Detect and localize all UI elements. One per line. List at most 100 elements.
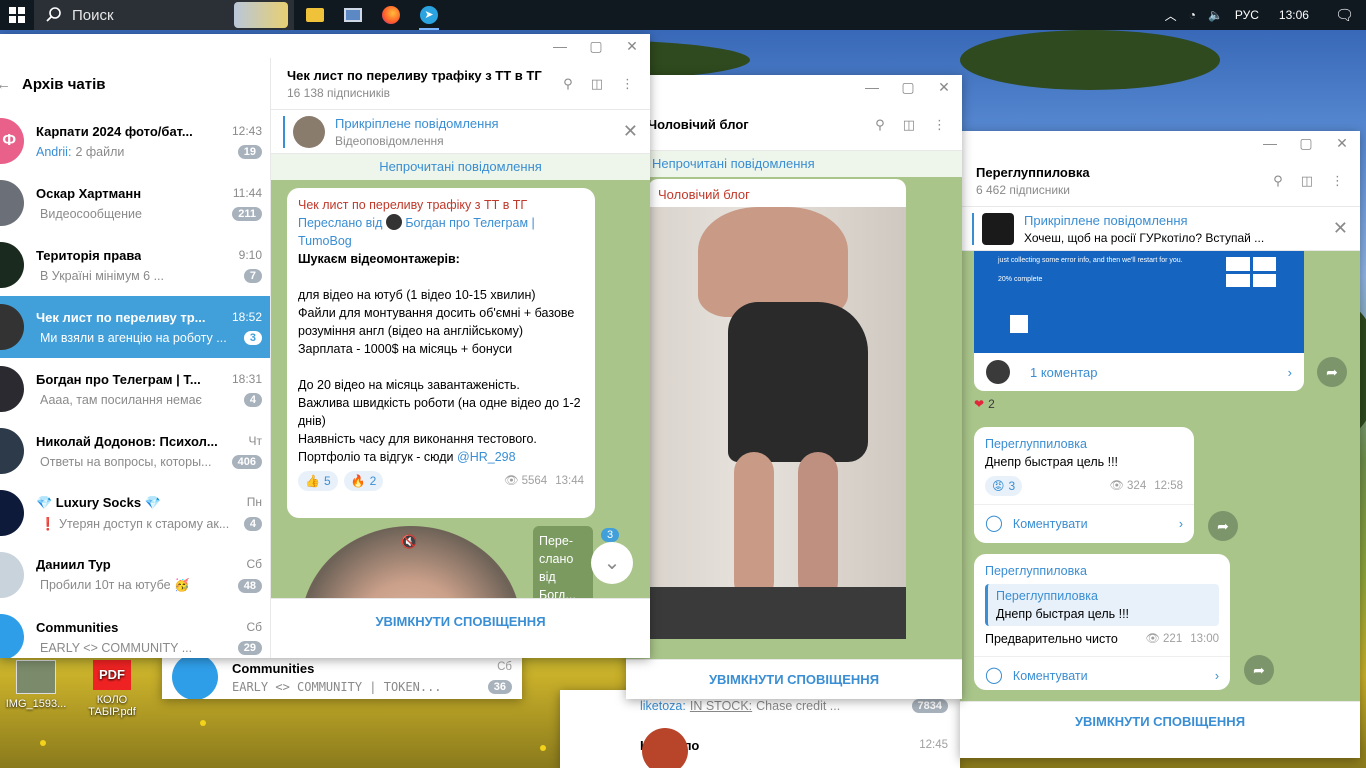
language-indicator[interactable]: РУС — [1235, 8, 1259, 22]
clock[interactable]: 13:06 — [1279, 8, 1309, 22]
unread-messages-divider: Непрочитані повідомлення — [271, 154, 650, 180]
post-channel-name[interactable]: Чоловічий блог — [648, 179, 906, 209]
enable-notifications-button[interactable]: УВІМКНУТИ СПОВІЩЕННЯ — [626, 659, 962, 699]
volume-icon[interactable]: 🔈 — [1208, 8, 1223, 22]
chat-row[interactable]: 💎 Luxury Socks 💎 Пн ❗ Утерян доступ к ста… — [0, 482, 270, 544]
channel-title[interactable]: Чек лист по переливу трафіку з ТТ в ТГ — [287, 68, 563, 83]
close-button[interactable]: ✕ — [1324, 135, 1360, 152]
back-arrow-icon[interactable]: ← — [0, 76, 11, 93]
close-icon[interactable]: ✕ — [1333, 218, 1348, 239]
message-channel[interactable]: Переглуппиловка — [985, 435, 1183, 453]
chat-row[interactable]: Даниил Тур Сб Пробили 10т на ютубе 🥳 48 — [0, 544, 270, 606]
forwarded-prefix: Переслано від — [298, 216, 383, 230]
chat-row[interactable]: Communities Сб EARLY <> COMMUNITY ... 29 — [0, 606, 270, 658]
archive-header: ← Архів чатів — [0, 58, 270, 110]
mute-icon[interactable]: 🔇 — [401, 534, 417, 550]
chat-row[interactable]: Оскар Хартманн 11:44 Видеосообщение 211 — [0, 172, 270, 234]
forwarded-avatar — [385, 214, 402, 230]
close-button[interactable]: ✕ — [614, 38, 650, 55]
maximize-button[interactable]: ▢ — [1288, 135, 1324, 152]
more-vertical-icon[interactable]: ⋮ — [933, 117, 946, 133]
photos-icon[interactable] — [340, 2, 366, 28]
chat-name: 💎 Luxury Socks 💎 — [36, 494, 161, 510]
forwarded-stub[interactable]: Пере­слано від Богд... — [533, 526, 593, 598]
post-photo[interactable] — [648, 207, 906, 639]
sidebar-toggle-icon[interactable]: ◫ — [903, 117, 915, 133]
firefox-icon[interactable] — [378, 2, 404, 28]
minimize-button[interactable]: — — [854, 79, 890, 95]
desktop-icon-image[interactable]: IMG_1593... — [0, 660, 72, 710]
comments-row[interactable]: 1 коментар › — [974, 353, 1304, 391]
sidebar-toggle-icon[interactable]: ◫ — [591, 76, 603, 92]
taskbar-search[interactable]: Поиск — [34, 0, 294, 30]
heart-reaction[interactable]: ❤ 2 — [974, 397, 995, 411]
archive-title: Архів чатів — [22, 75, 106, 93]
chat-row[interactable]: Ф Карпати 2024 фото/бат... 12:43 Andrii: 2… — [0, 110, 270, 172]
photo-torso — [698, 207, 848, 317]
chat-preview: В Україні мінімум 6 ... — [36, 269, 164, 283]
preview-link: IN STOCK: — [689, 699, 753, 713]
search-icon[interactable]: ⚲ — [1273, 173, 1283, 189]
search-icon[interactable]: ⚲ — [875, 117, 885, 133]
bsod-image[interactable]: just collecting some error info, and the… — [974, 251, 1304, 353]
chat-row[interactable]: Богдан про Телеграм | Т... 18:31 Аааа, та… — [0, 358, 270, 420]
message-bubble: Переглуппиловка Днепр быстрая цель !!! 😡… — [974, 427, 1194, 543]
reaction-angry[interactable]: 😡 3 — [985, 476, 1023, 496]
unread-count-badge: 3 — [601, 528, 620, 542]
preview-sender: liketoza: — [640, 699, 686, 713]
channel-title[interactable]: Переглуппиловка — [976, 165, 1273, 180]
notification-icon[interactable]: 🗨 — [1335, 6, 1354, 24]
close-button[interactable]: ✕ — [926, 79, 962, 96]
chevron-up-icon[interactable]: ︿ — [1165, 7, 1177, 24]
qr-code-icon — [1010, 315, 1028, 333]
chevron-right-icon: › — [1287, 364, 1292, 380]
unread-badge: 4 — [243, 517, 262, 531]
maximize-button[interactable]: ▢ — [890, 79, 926, 96]
sidebar-toggle-icon[interactable]: ◫ — [1301, 173, 1313, 189]
enable-notifications-button[interactable]: УВІМКНУТИ СПОВІЩЕННЯ — [271, 598, 650, 644]
message-channel[interactable]: Чек лист по переливу трафіку з ТТ в ТГ — [298, 196, 584, 214]
share-icon[interactable]: ➦ — [1208, 511, 1238, 541]
scroll-down-button[interactable]: ⌄ — [591, 542, 633, 584]
chat-preview: EARLY <> COMMUNITY | TOKEN... — [232, 679, 442, 694]
fire-icon: 🔥 — [350, 474, 366, 488]
video-message[interactable]: 🔇 — [301, 526, 521, 598]
chat-avatar: Ф — [0, 118, 24, 164]
share-icon[interactable]: ➦ — [1244, 655, 1274, 685]
pinned-message-bar[interactable]: Прикріплене повідомлення Відеоповідомлен… — [271, 110, 650, 154]
maximize-button[interactable]: ▢ — [578, 38, 614, 55]
file-explorer-icon[interactable] — [302, 2, 328, 28]
more-vertical-icon[interactable]: ⋮ — [621, 76, 634, 92]
telegram-icon[interactable]: ➤ — [416, 2, 442, 30]
enable-notifications-button[interactable]: УВІМКНУТИ СПОВІЩЕННЯ — [960, 701, 1360, 741]
minimize-button[interactable]: — — [1252, 135, 1288, 151]
reaction-fire[interactable]: 🔥 2 — [343, 471, 384, 491]
share-icon[interactable]: ➦ — [1317, 357, 1347, 387]
message-line: для відео на ютуб (1 відео 10-15 хвилин) — [298, 288, 536, 302]
pinned-message-bar[interactable]: Прикріплене повідомлення Хочеш, щоб на р… — [960, 207, 1360, 251]
preview-text: Chase credit ... — [756, 699, 841, 713]
message-text: Предварительно чисто — [985, 632, 1118, 646]
reaction-thumbs-up[interactable]: 👍 5 — [298, 471, 338, 491]
chat-row[interactable]: Николай Додонов: Психол... Чт Ответы на в… — [0, 420, 270, 482]
channel-title[interactable]: Чоловічий блог — [648, 117, 875, 132]
chat-header: Переглуппиловка 6 462 підписники ⚲ ◫ ⋮ — [960, 155, 1360, 207]
network-icon[interactable]: ◔ — [1189, 8, 1196, 22]
comment-button[interactable]: ◯ Коментувати › — [974, 504, 1194, 542]
minimize-button[interactable]: — — [542, 38, 578, 54]
close-icon[interactable]: ✕ — [623, 121, 638, 142]
message-channel[interactable]: Переглуппиловка — [985, 562, 1219, 580]
tree-canopy — [960, 30, 1220, 90]
unread-badge: 36 — [487, 679, 512, 694]
chat-avatar — [0, 490, 24, 536]
desktop-icon-pdf[interactable]: PDF КОЛО ТАБІР.pdf — [76, 660, 148, 718]
reply-quote[interactable]: Переглуппиловка Днепр быстрая цель !!! — [985, 584, 1219, 626]
more-vertical-icon[interactable]: ⋮ — [1331, 173, 1344, 189]
chat-row[interactable]: Чек лист по переливу тр... 18:52 Ми взяли… — [0, 296, 270, 358]
chat-row[interactable]: Територія права 9:10 В Україні мінімум 6 … — [0, 234, 270, 296]
handle-link[interactable]: @HR_298 — [457, 450, 516, 464]
comment-button[interactable]: ◯ Коментувати › — [974, 656, 1230, 694]
search-icon[interactable]: ⚲ — [563, 76, 573, 92]
start-button[interactable] — [0, 0, 34, 30]
comments-label: 1 коментар — [1030, 364, 1098, 380]
